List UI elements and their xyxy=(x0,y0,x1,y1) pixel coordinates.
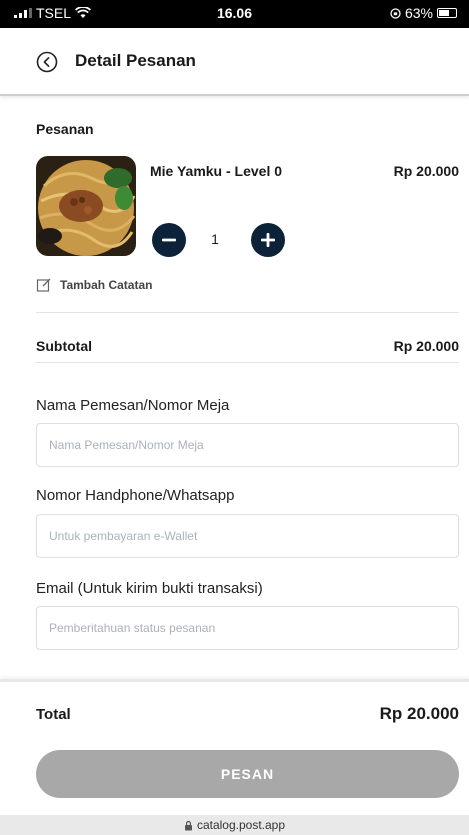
status-bar: TSEL 16.06 63% xyxy=(0,0,469,28)
divider xyxy=(36,312,459,313)
product-image xyxy=(36,156,136,256)
email-input[interactable] xyxy=(36,606,459,650)
total-label: Total xyxy=(36,706,71,723)
name-input[interactable] xyxy=(36,423,459,467)
orientation-lock-icon xyxy=(390,7,401,19)
phone-label: Nomor Handphone/Whatsapp xyxy=(36,487,235,504)
add-note-button[interactable]: Tambah Catatan xyxy=(36,277,152,293)
page-header: Detail Pesanan xyxy=(0,28,469,96)
subtotal-value: Rp 20.000 xyxy=(393,338,459,354)
phone-input[interactable] xyxy=(36,514,459,558)
decrease-quantity-button[interactable] xyxy=(152,223,186,257)
back-icon xyxy=(36,51,58,73)
url-text: catalog.post.app xyxy=(196,818,286,832)
product-price: Rp 20.000 xyxy=(393,163,459,179)
email-label: Email (Untuk kirim bukti transaksi) xyxy=(36,580,263,597)
total-value: Rp 20.000 xyxy=(379,704,459,723)
add-note-label: Tambah Catatan xyxy=(60,278,153,292)
quantity-value: 1 xyxy=(211,231,219,247)
plus-icon xyxy=(261,233,275,247)
edit-note-icon xyxy=(36,278,51,292)
product-name: Mie Yamku - Level 0 xyxy=(150,163,283,179)
name-label: Nama Pemesan/Nomor Meja xyxy=(36,397,230,414)
order-section-title: Pesanan xyxy=(36,121,94,137)
order-submit-button[interactable]: PESAN xyxy=(36,750,459,798)
battery-icon xyxy=(437,8,457,18)
browser-url-bar[interactable]: catalog.post.app xyxy=(0,815,469,835)
increase-quantity-button[interactable] xyxy=(251,223,285,257)
battery-percent: 63% xyxy=(404,5,433,21)
order-footer: Total Rp 20.000 PESAN xyxy=(0,679,469,818)
subtotal-label: Subtotal xyxy=(36,338,92,354)
divider xyxy=(36,362,459,363)
minus-icon xyxy=(162,238,176,242)
page-title: Detail Pesanan xyxy=(75,51,196,70)
back-button[interactable] xyxy=(36,51,58,73)
battery-status: 63% xyxy=(390,5,457,21)
lock-icon xyxy=(184,820,192,830)
